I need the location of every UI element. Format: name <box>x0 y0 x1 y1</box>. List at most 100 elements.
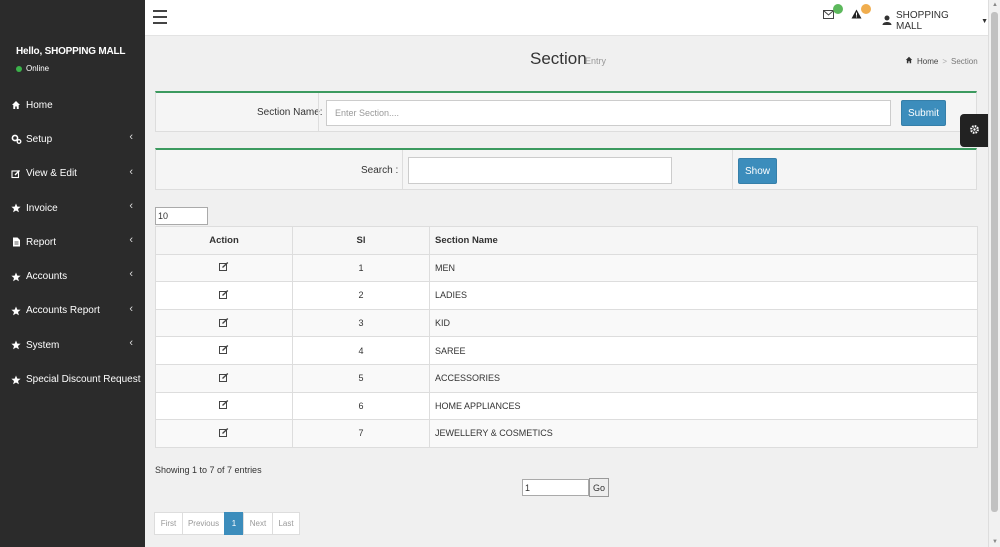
column-header-action[interactable]: Action <box>155 226 293 255</box>
edit-icon[interactable] <box>219 317 229 329</box>
warning-icon[interactable] <box>851 9 862 22</box>
sl-cell: 3 <box>292 308 430 338</box>
user-status: Online <box>16 64 145 73</box>
star-icon <box>9 340 23 350</box>
menu-toggle-icon[interactable] <box>153 10 167 28</box>
edit-icon[interactable] <box>219 262 229 273</box>
sidebar-item-label: Special Discount Request <box>26 374 141 386</box>
goto-page-input[interactable]: 1 <box>522 479 589 496</box>
edit-icon[interactable] <box>219 400 229 411</box>
sidebar-item-label: Accounts Report <box>26 305 100 317</box>
section-name-input[interactable]: Enter Section.... <box>326 100 891 126</box>
pagination-first[interactable]: First <box>154 512 183 535</box>
section-entry-form: Section Name: Enter Section.... Submit <box>155 91 977 132</box>
star-icon <box>9 203 23 213</box>
section-name-cell: HOME APPLIANCES <box>429 391 978 421</box>
table-row: 7 JEWELLERY & COSMETICS <box>155 419 978 448</box>
divider <box>402 150 403 190</box>
sidebar-item-label: Setup <box>26 133 53 145</box>
sidebar-item-accounts[interactable]: Accounts ‹ <box>0 259 145 293</box>
go-button[interactable]: Go <box>589 478 609 497</box>
breadcrumb-separator: > <box>942 56 948 66</box>
action-cell <box>155 391 293 421</box>
section-name-cell: SAREE <box>429 336 978 365</box>
edit-icon[interactable] <box>219 372 229 384</box>
settings-gear-button[interactable] <box>960 114 988 147</box>
scrollbar-thumb[interactable] <box>991 12 998 512</box>
search-label: Search : <box>361 165 399 176</box>
scroll-up-icon[interactable]: ▲ <box>992 2 998 8</box>
vertical-scrollbar[interactable]: ▲ ▼ <box>988 0 1000 547</box>
edit-icon[interactable] <box>219 345 229 356</box>
sidebar-item-view-edit[interactable]: View & Edit ‹ <box>0 157 145 191</box>
sidebar-item-setup[interactable]: Setup ‹ <box>0 122 145 156</box>
action-cell <box>155 419 293 448</box>
user-menu[interactable]: SHOPPING MALL ▼ <box>882 10 988 32</box>
sidebar-item-label: Report <box>26 236 57 248</box>
column-header-section-name[interactable]: Section Name <box>429 226 978 255</box>
pagination-page-1[interactable]: 1 <box>224 512 244 535</box>
user-name: SHOPPING MALL <box>896 10 949 32</box>
sidebar-item-accounts-report[interactable]: Accounts Report ‹ <box>0 294 145 328</box>
sidebar-item-label: View & Edit <box>26 168 77 180</box>
breadcrumb-home[interactable]: Home <box>917 57 938 66</box>
table-row: 6 HOME APPLIANCES <box>155 391 978 421</box>
section-name-cell: JEWELLERY & COSMETICS <box>429 419 978 448</box>
page-subtitle: Entry <box>585 56 607 66</box>
mail-badge <box>833 4 843 14</box>
table-row: 2 LADIES <box>155 281 978 310</box>
sl-cell: 7 <box>292 419 430 448</box>
scroll-down-icon[interactable]: ▼ <box>992 539 998 545</box>
table-row: 4 SAREE <box>155 336 978 365</box>
user-icon <box>882 15 892 28</box>
table-row: 1 MEN <box>155 253 978 283</box>
search-input[interactable] <box>408 157 672 184</box>
sl-cell: 2 <box>292 281 430 310</box>
table-header-row: Action Sl Section Name <box>155 226 978 255</box>
search-form: Search : Show <box>155 148 977 190</box>
star-icon <box>9 375 23 385</box>
chevron-left-icon: ‹ <box>129 268 133 281</box>
home-icon <box>9 100 23 110</box>
mail-icon[interactable] <box>823 10 834 22</box>
chevron-left-icon: ‹ <box>129 337 133 350</box>
breadcrumb-current: Section <box>951 56 978 66</box>
sidebar-item-system[interactable]: System ‹ <box>0 328 145 362</box>
show-button[interactable]: Show <box>738 158 777 184</box>
section-name-cell: ACCESSORIES <box>429 363 978 393</box>
user-greeting: Hello, SHOPPING MALL <box>16 46 126 57</box>
user-panel: Hello, SHOPPING MALL Online <box>0 0 145 88</box>
chevron-left-icon: ‹ <box>129 165 133 178</box>
warning-badge <box>861 4 871 14</box>
table-row: 3 KID <box>155 308 978 338</box>
sidebar-item-label: Accounts <box>26 271 68 283</box>
section-name-cell: KID <box>429 308 978 338</box>
action-cell <box>155 363 293 393</box>
sidebar-item-label: System <box>26 339 60 351</box>
chevron-left-icon: ‹ <box>129 302 133 315</box>
divider <box>732 150 733 190</box>
home-icon <box>905 56 913 66</box>
file-icon <box>9 237 23 247</box>
submit-button[interactable]: Submit <box>901 100 946 126</box>
column-header-sl[interactable]: Sl <box>292 226 430 255</box>
edit-icon[interactable] <box>219 427 229 439</box>
gear-icon <box>969 124 980 138</box>
page-length-input[interactable]: 10 <box>155 207 208 225</box>
sidebar-item-special-discount-request[interactable]: Special Discount Request <box>0 362 145 396</box>
pagination-last[interactable]: Last <box>272 512 300 535</box>
action-cell <box>155 253 293 283</box>
sidebar-item-report[interactable]: Report ‹ <box>0 225 145 259</box>
sidebar: Hello, SHOPPING MALL Online Home Setup ‹… <box>0 0 145 547</box>
section-name-label: Section Name: <box>257 107 323 118</box>
pagination-next[interactable]: Next <box>243 512 273 535</box>
edit-icon[interactable] <box>219 289 229 301</box>
sidebar-item-home[interactable]: Home <box>0 88 145 122</box>
sl-cell: 1 <box>292 253 430 283</box>
sidebar-item-invoice[interactable]: Invoice ‹ <box>0 191 145 225</box>
pagination-previous[interactable]: Previous <box>182 512 225 535</box>
chevron-left-icon: ‹ <box>129 131 133 144</box>
sidebar-menu: Home Setup ‹ View & Edit ‹ Invoice ‹ Rep… <box>0 88 145 397</box>
action-cell <box>155 308 293 338</box>
chevron-left-icon: ‹ <box>129 234 133 247</box>
